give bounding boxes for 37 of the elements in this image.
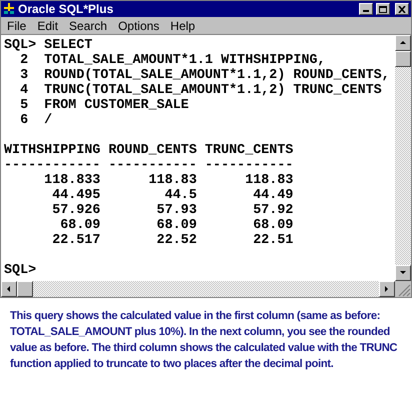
console-line: SQL>: [4, 263, 36, 278]
window-title: Oracle SQL*Plus: [18, 2, 114, 16]
scroll-up-button[interactable]: [395, 35, 411, 51]
left-arrow-icon: [5, 285, 13, 293]
scroll-thumb[interactable]: [395, 51, 411, 67]
maximize-icon: [379, 6, 387, 12]
app-icon: [3, 3, 15, 15]
console-line: 118.833 118.83 118.83: [43, 173, 294, 188]
console-line: 6 /: [19, 113, 52, 128]
menu-item[interactable]: Options: [118, 18, 160, 32]
caption-text: This query shows the calculated value in the first column (same as before: TOTAL_SALE_AMOUNT plus 10%). In the next column, you see the rounded value as before. The third column shows the calculated value with the TRUNC function applied to truncate to two places after the decimal point.: [10, 309, 398, 372]
scroll-down-button[interactable]: [395, 265, 411, 281]
maximize-button[interactable]: [376, 3, 390, 15]
scroll-thumb[interactable]: [17, 281, 33, 297]
down-arrow-icon: [399, 269, 407, 277]
console-line: 5 FROM CUSTOMER_SALE: [19, 98, 189, 113]
console-line: WITHSHIPPING ROUND_CENTS TRUNC_CENTS: [4, 143, 294, 158]
menu-item[interactable]: File: [7, 18, 26, 32]
menu-item[interactable]: Search: [69, 18, 108, 32]
console-line: 3 ROUND(TOTAL_SALE_AMOUNT*1.1,2) ROUND_CENTS,: [19, 68, 390, 83]
menu-item[interactable]: Edit: [37, 18, 58, 32]
console-line: SQL> SELECT: [4, 38, 92, 53]
scroll-left-button[interactable]: [1, 281, 17, 297]
minimize-button[interactable]: [359, 3, 373, 15]
close-button[interactable]: [395, 3, 409, 15]
right-arrow-icon: [383, 285, 391, 293]
menu-item[interactable]: Help: [170, 18, 196, 32]
console-line: 22.517 22.52 22.51: [51, 233, 294, 248]
console-line: 68.09 68.09 68.09: [59, 218, 294, 233]
console-line: 57.926 57.93 57.92: [51, 203, 294, 218]
console-line: 4 TRUNC(TOTAL_SALE_AMOUNT*1.1,2) TRUNC_CENTS: [19, 83, 382, 98]
console-line: 44.495 44.5 44.49: [51, 188, 294, 203]
scroll-right-button[interactable]: [379, 281, 395, 297]
close-icon: [398, 6, 406, 12]
console-line: ------------ ----------- -----------: [4, 158, 294, 173]
console-line: 2 TOTAL_SALE_AMOUNT*1.1 WITHSHIPPING,: [19, 53, 326, 68]
up-arrow-icon: [399, 39, 407, 47]
